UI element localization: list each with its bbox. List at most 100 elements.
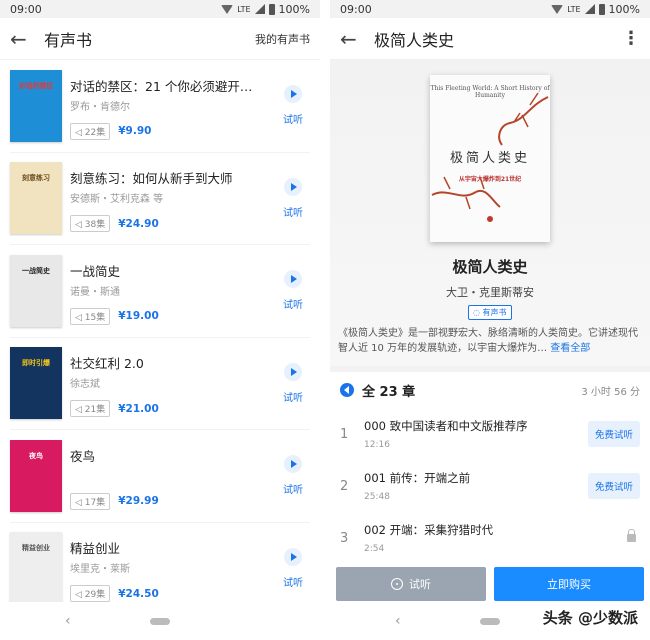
chapter-row[interactable]: 2 001 前传：开端之前 25:48 免费试听 [330,460,650,512]
audiobook-badge: ◌ 有声书 [468,305,512,320]
try-listen-link[interactable]: 试听 [283,574,303,589]
free-listen-button[interactable]: 免费试听 [587,473,640,499]
book-author: 徐志斌 [70,379,100,391]
book-price: ¥24.50 [118,587,159,600]
book-title[interactable]: 夜鸟 [70,446,260,465]
episode-count: ◁ 17集 [70,492,111,510]
book-row[interactable]: 刻意练习 刻意练习：如何从新手到大师 安德斯・艾利克森 等 ◁ 38集 ¥24.… [10,153,310,245]
book-title[interactable]: 对话的禁区：21 个你必须避开的沟… [70,76,260,95]
nav-back-icon[interactable]: ‹ [65,613,71,629]
episode-count: ◁ 29集 [70,585,111,603]
signal-icon [254,4,265,14]
book-row[interactable]: 对话的禁区 对话的禁区：21 个你必须避开的沟… 罗布・肯德尔 ◁ 22集 ¥9… [10,60,310,153]
nav-home-pill[interactable] [480,617,500,625]
try-listen-link[interactable]: 试听 [283,296,303,311]
cover-title: 即时引爆 [22,359,50,368]
action-bar: 试听 立即购买 [330,567,650,601]
try-listen-button[interactable]: 试听 [336,567,486,601]
status-time: 09:00 [10,2,42,16]
app-bar: ← 有声书 我的有声书 [0,18,320,60]
chapter-duration: 2:54 [364,544,385,554]
book-description: 《极简人类史》是一部视野宏大、脉络清晰的人类简史。它讲述现代智人近 10 万年的… [338,328,638,354]
book-row[interactable]: 一战简史 一战简史 诺曼・斯通 ◁ 15集 ¥19.00 试听 [10,245,310,338]
nav-back-icon[interactable]: ‹ [395,613,401,629]
back-arrow-icon[interactable]: ← [10,27,36,51]
page-title: 有声书 [44,30,93,50]
battery-label: 100% [278,2,310,16]
status-time: 09:00 [340,2,372,16]
my-audiobooks-link[interactable]: 我的有声书 [255,31,310,47]
play-icon[interactable] [284,455,302,474]
clock-icon [391,578,403,590]
app-bar: ← 极简人类史 ⋮ [330,18,650,60]
book-cover[interactable]: 夜鸟 [10,439,62,512]
wifi-icon [551,4,564,14]
chapter-row[interactable]: 1 000 致中国读者和中文版推荐序 12:16 免费试听 [330,408,650,460]
book-title[interactable]: 一战简史 [70,261,260,280]
free-listen-button[interactable]: 免费试听 [587,421,640,447]
lock-icon [627,529,636,542]
book-cover[interactable]: 精益创业 [10,532,62,605]
network-label: LTE [237,4,251,14]
buy-now-button[interactable]: 立即购买 [494,567,644,601]
battery-icon [268,3,275,15]
view-all-link[interactable]: 查看全部 [550,343,590,354]
play-icon[interactable] [284,177,302,196]
book-title[interactable]: 刻意练习：如何从新手到大师 [70,168,260,187]
nav-home-pill[interactable] [150,617,170,625]
try-listen-link[interactable]: 试听 [283,389,303,404]
book-cover[interactable]: 对话的禁区 [10,69,62,142]
chapter-title: 000 致中国读者和中文版推荐序 [364,419,528,433]
try-listen-link[interactable]: 试听 [283,111,303,126]
audio-icon [340,383,354,397]
book-hero: This Fleeting World: A Short History of … [330,60,650,372]
nav-bar: ‹ [0,602,320,640]
book-cover[interactable]: This Fleeting World: A Short History of … [430,75,550,242]
book-list: 对话的禁区 对话的禁区：21 个你必须避开的沟… 罗布・肯德尔 ◁ 22集 ¥9… [0,60,320,615]
book-price: ¥29.99 [118,495,159,508]
book-row[interactable]: 即时引爆 社交红利 2.0 徐志斌 ◁ 21集 ¥21.00 试听 [10,338,310,430]
try-listen-link[interactable]: 试听 [283,204,303,219]
play-icon[interactable] [284,362,302,381]
audiobook-list-screen: 09:00 LTE 100% ← 有声书 我的有声书 对话的禁区 对话的禁区：2… [0,0,320,640]
chapter-title: 001 前传：开端之前 [364,471,471,485]
book-cover[interactable]: 即时引爆 [10,347,62,420]
status-bar: 09:00 LTE 100% [0,0,320,18]
play-icon[interactable] [284,85,302,104]
episode-count: ◁ 21集 [70,400,111,418]
chapter-row[interactable]: 3 002 开端：采集狩猎时代 2:54 [330,512,650,564]
book-price: ¥21.00 [118,402,159,415]
battery-label: 100% [608,2,640,16]
chapter-title: 002 开端：采集狩猎时代 [364,523,494,537]
network-label: LTE [567,4,581,14]
chapter-number: 2 [340,478,349,494]
cover-title: 精益创业 [22,544,50,553]
wifi-icon [221,4,234,14]
book-author: 埃里克・莱斯 [70,564,130,576]
cover-title: 刻意练习 [22,174,50,183]
chapter-number: 1 [340,426,349,442]
book-title[interactable]: 精益创业 [70,538,260,557]
episode-count: ◁ 38集 [70,215,111,233]
book-title: 极简人类史 [452,258,528,276]
book-row[interactable]: 夜鸟 夜鸟 ◁ 17集 ¥29.99 试听 [10,430,310,523]
book-title[interactable]: 社交红利 2.0 [70,353,260,372]
more-options-icon[interactable]: ⋮ [622,28,640,49]
book-author: 安德斯・艾利克森 等 [70,194,164,206]
book-author[interactable]: 大卫・克里斯蒂安 [330,284,650,300]
signal-icon [584,4,595,14]
book-cover[interactable]: 一战简史 [10,254,62,327]
book-author: 诺曼・斯通 [70,286,120,298]
chapter-count: 全 23 章 [362,384,416,400]
play-icon[interactable] [284,270,302,289]
try-listen-link[interactable]: 试听 [283,481,303,496]
chapters-header: 全 23 章 3 小时 56 分 [330,372,650,408]
back-arrow-icon[interactable]: ← [340,27,366,51]
status-bar: 09:00 LTE 100% [330,0,650,18]
play-icon[interactable] [284,547,302,566]
cover-title: 一战简史 [22,266,50,275]
book-cover[interactable]: 刻意练习 [10,162,62,235]
watermark: 头条 @少数派 [542,609,638,627]
book-price: ¥24.90 [118,217,159,230]
chapter-duration: 25:48 [364,492,390,502]
